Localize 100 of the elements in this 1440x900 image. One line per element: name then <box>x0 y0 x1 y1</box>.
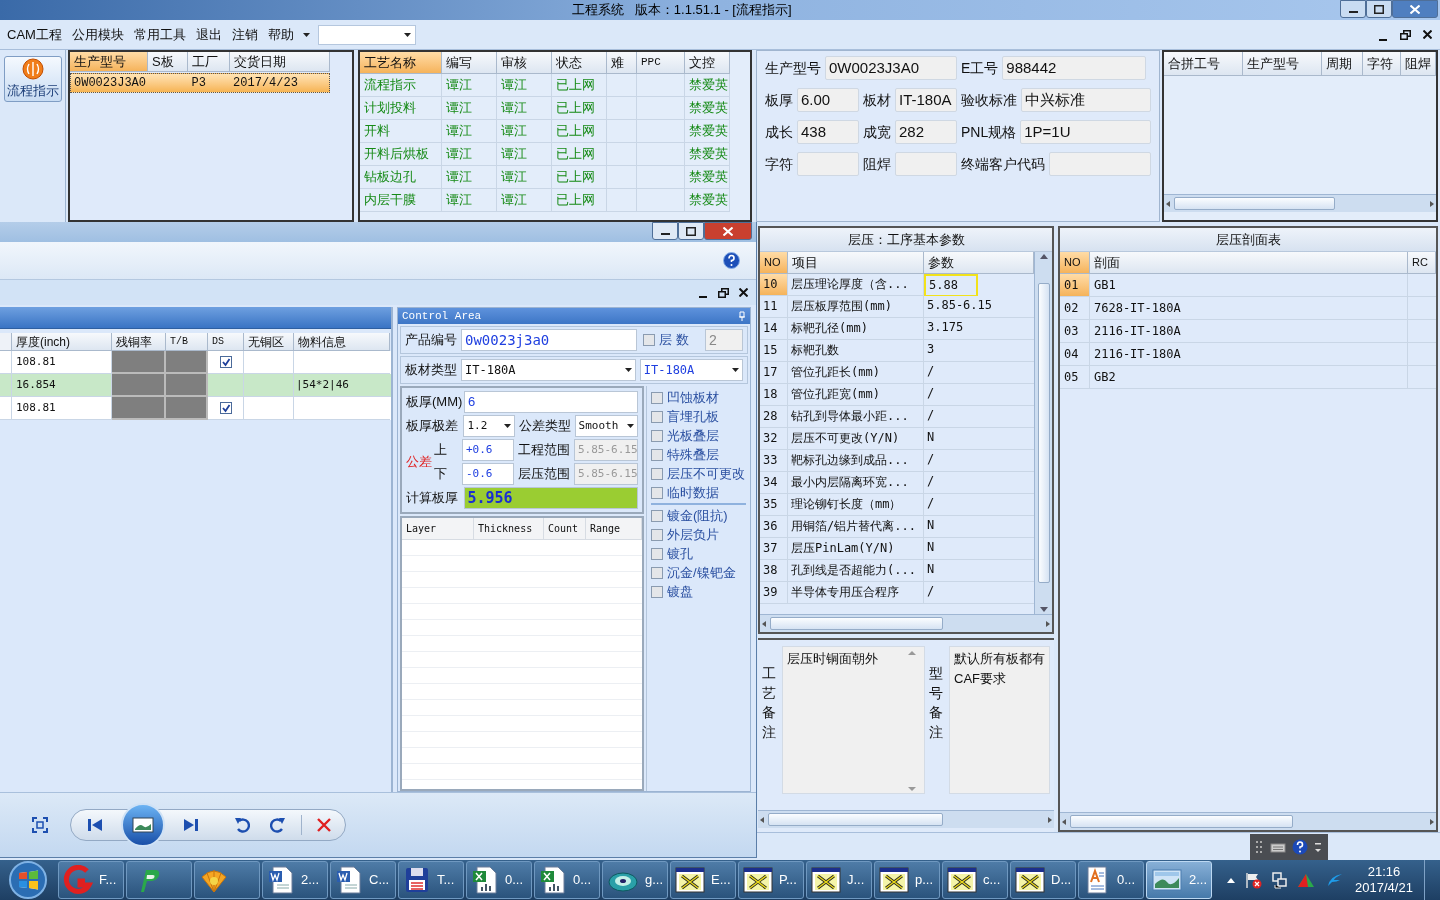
checkbox[interactable] <box>651 429 663 442</box>
column-header[interactable]: 工艺名称 <box>360 52 442 74</box>
input-field[interactable]: 0w0023j3a0 <box>461 329 637 351</box>
taskbar-button[interactable]: p... <box>874 861 940 899</box>
column-header[interactable]: 阻焊 <box>1401 52 1436 76</box>
taskbar-button[interactable]: P... <box>738 861 804 899</box>
help-button[interactable] <box>723 252 740 269</box>
row-number-cell[interactable]: 05 <box>1060 366 1090 389</box>
column-header[interactable]: Thickness <box>474 518 544 540</box>
column-header[interactable]: 难 <box>607 52 637 74</box>
row-number-cell[interactable]: 03 <box>1060 320 1090 343</box>
checkbox[interactable] <box>651 467 663 480</box>
checkbox[interactable] <box>651 585 663 598</box>
column-header[interactable]: 残铜率 <box>112 333 166 351</box>
taskbar-button[interactable]: 0... <box>1078 861 1144 899</box>
delete-button[interactable] <box>316 817 332 833</box>
column-header[interactable]: 周期 <box>1321 52 1364 76</box>
taskbar-button[interactable]: c... <box>942 861 1008 899</box>
row-number-cell[interactable]: 28 <box>760 406 788 428</box>
menu-item[interactable]: 公用模块 <box>66 24 129 45</box>
text-field[interactable]: 中兴标准 <box>1021 88 1151 112</box>
checkbox[interactable] <box>651 509 663 522</box>
row-number-cell[interactable]: 32 <box>760 428 788 450</box>
show-hidden-icons-icon[interactable] <box>1226 876 1236 884</box>
column-header[interactable]: 厚度(inch) <box>12 333 112 351</box>
taskbar-button[interactable]: T... <box>398 861 464 899</box>
checkbox[interactable] <box>651 391 663 404</box>
taskbar-button[interactable]: C... <box>330 861 396 899</box>
taskbar-button[interactable]: 0... <box>466 861 532 899</box>
checkbox[interactable] <box>651 448 663 461</box>
table-row[interactable]: 108.81 <box>0 351 391 374</box>
column-header[interactable]: 审核 <box>497 52 552 74</box>
column-header[interactable]: 项目 <box>788 252 924 274</box>
language-bar[interactable] <box>1250 833 1328 860</box>
text-field[interactable]: 0W0023J3A0 <box>825 56 957 80</box>
column-header[interactable]: 合拼工号 <box>1164 52 1243 76</box>
row-number-cell[interactable]: 33 <box>760 450 788 472</box>
taskbar-button[interactable]: E... <box>670 861 736 899</box>
text-field[interactable]: 1P=1U <box>1020 120 1151 144</box>
row-number-cell[interactable]: 11 <box>760 296 788 318</box>
dropdown-field[interactable] <box>317 24 416 45</box>
row-number-cell[interactable]: 15 <box>760 340 788 362</box>
column-header[interactable]: Range <box>586 518 642 540</box>
checkbox[interactable] <box>643 334 655 346</box>
checkbox[interactable] <box>651 547 663 560</box>
taskbar-button[interactable]: J... <box>806 861 872 899</box>
menu-item[interactable]: 注销 <box>226 24 263 45</box>
taskbar-button[interactable]: D... <box>1010 861 1076 899</box>
column-header[interactable]: RC <box>1408 252 1436 274</box>
column-header[interactable]: S板 <box>148 52 188 72</box>
menu-item[interactable]: 退出 <box>190 24 227 45</box>
taskbar-button[interactable]: 0... <box>534 861 600 899</box>
column-header[interactable]: 生产型号 <box>1242 52 1322 76</box>
text-field[interactable]: 988442 <box>1002 56 1147 80</box>
column-header[interactable]: 字符 <box>1363 52 1401 76</box>
text-field[interactable]: 438 <box>797 120 859 144</box>
table-row[interactable]: 0W0023J3A0 P3 2017/4/23 <box>70 73 330 93</box>
dropdown-field[interactable]: 1.2 <box>463 415 516 437</box>
checkbox[interactable] <box>219 356 232 368</box>
column-header[interactable]: 物料信息 <box>294 333 390 351</box>
text-field[interactable] <box>797 152 859 176</box>
taskbar-button[interactable] <box>126 861 192 899</box>
column-header[interactable]: 剖面 <box>1090 252 1408 274</box>
row-number-cell[interactable]: 17 <box>760 362 788 384</box>
column-header[interactable]: Count <box>544 518 586 540</box>
text-field[interactable]: 282 <box>895 120 957 144</box>
column-header[interactable]: NO <box>760 252 788 274</box>
column-header[interactable]: PPC <box>637 52 685 74</box>
row-number-cell[interactable]: 35 <box>760 494 788 516</box>
note-box[interactable]: 层压时铜面朝外 <box>781 646 926 794</box>
column-header[interactable]: 交货日期 <box>230 52 330 72</box>
table-row[interactable]: 108.81 <box>0 397 391 420</box>
text-field[interactable] <box>895 152 957 176</box>
taskbar-button[interactable]: g... <box>602 861 668 899</box>
minimize-button[interactable] <box>1340 0 1366 18</box>
row-number-cell[interactable]: 01 <box>1060 274 1090 297</box>
taskbar-button[interactable] <box>194 861 260 899</box>
row-number-cell[interactable]: 39 <box>760 582 788 604</box>
maximize-button[interactable] <box>678 222 704 240</box>
input-field[interactable]: 5.956 <box>463 487 638 509</box>
menu-item[interactable]: CAM工程 <box>2 24 67 45</box>
column-header[interactable]: 无铜区 <box>244 333 294 351</box>
dropdown-field[interactable]: IT-180A <box>639 359 743 381</box>
menu-item[interactable]: 帮助 <box>262 24 299 45</box>
table-row[interactable]: 16.854 |54*2|46 <box>0 374 391 397</box>
column-header[interactable]: 工厂 <box>188 52 230 72</box>
column-header[interactable]: 参数 <box>924 252 1034 274</box>
text-field[interactable] <box>1049 152 1151 176</box>
maximize-button[interactable] <box>1366 0 1392 18</box>
column-header[interactable]: 编写 <box>442 52 497 74</box>
fit-button[interactable] <box>32 817 48 833</box>
column-header[interactable]: 生产型号 <box>70 52 148 72</box>
network-icon[interactable] <box>1270 871 1288 889</box>
taskbar-button[interactable]: 2... <box>262 861 328 899</box>
column-header[interactable]: DS <box>208 333 244 351</box>
row-number-cell[interactable]: 10 <box>760 274 788 296</box>
row-number-cell[interactable]: 37 <box>760 538 788 560</box>
dropdown-field[interactable]: IT-180A <box>461 359 636 381</box>
slideshow-button[interactable] <box>121 803 165 847</box>
dropdown-field[interactable]: Smooth <box>574 415 638 437</box>
